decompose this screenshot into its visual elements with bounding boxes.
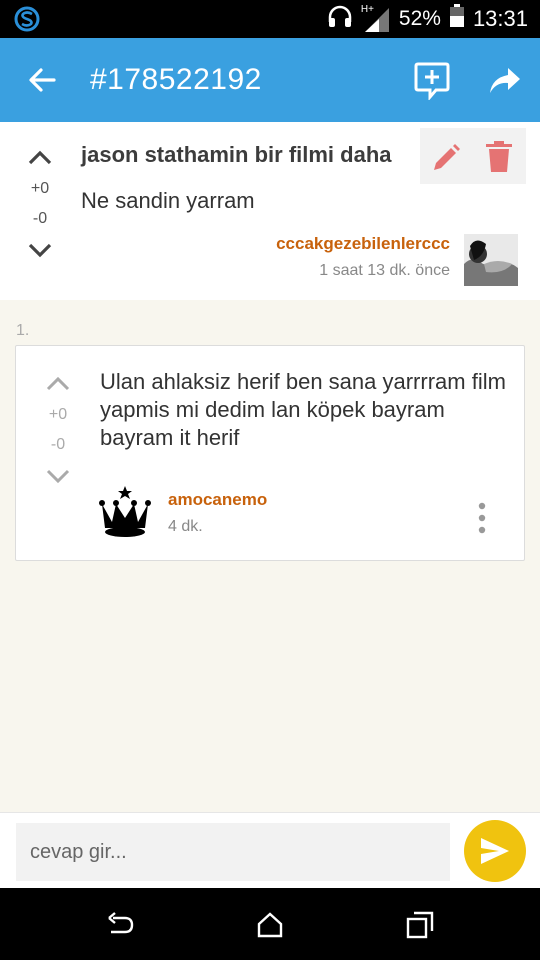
send-icon	[481, 838, 509, 864]
reply-input[interactable]	[16, 823, 450, 881]
reply-index: 1.	[16, 322, 30, 339]
crown-avatar-icon[interactable]	[98, 484, 152, 540]
more-options-icon[interactable]	[474, 502, 490, 534]
battery-icon	[449, 4, 465, 34]
app-bar: #178522192	[0, 38, 540, 122]
downvote-count: -0	[50, 436, 66, 453]
recents-icon[interactable]	[405, 910, 435, 940]
reply-vote: +0 -0	[38, 372, 78, 488]
upvote-icon[interactable]	[44, 372, 72, 394]
entry-time: 1 saat 13 dk. önce	[319, 262, 450, 279]
edit-icon[interactable]	[430, 142, 462, 174]
entry-topic[interactable]: jason stathamin bir filmi daha	[81, 142, 392, 168]
send-button[interactable]	[464, 820, 526, 882]
reply-time: 4 dk.	[168, 518, 203, 535]
entry-actions	[420, 128, 526, 184]
status-bar: H+ 52% 13:31	[0, 0, 540, 38]
entry-avatar[interactable]	[464, 234, 518, 286]
signal-icon: H+	[361, 4, 391, 34]
page-title: #178522192	[90, 63, 262, 96]
system-nav-bar	[0, 888, 540, 960]
reply-author[interactable]: amocanemo	[168, 490, 267, 510]
add-comment-icon[interactable]	[412, 60, 452, 102]
upvote-count: +0	[48, 406, 68, 423]
entry-author[interactable]: cccakgezebilenlerccc	[276, 234, 450, 254]
entry-content: Ne sandin yarram	[81, 188, 255, 213]
downvote-icon[interactable]	[44, 466, 72, 488]
downvote-icon[interactable]	[26, 240, 54, 262]
reply-input-bar	[0, 812, 540, 888]
home-icon[interactable]	[255, 910, 285, 940]
reply-card: +0 -0 Ulan ahlaksiz herif ben sana yarrr…	[15, 345, 525, 561]
entry-vote: +0 -0	[20, 146, 60, 262]
upvote-count: +0	[30, 180, 50, 197]
back-arrow-icon[interactable]	[24, 62, 60, 98]
delete-icon[interactable]	[484, 140, 514, 174]
back-icon[interactable]	[105, 910, 135, 940]
headphones-icon	[327, 4, 353, 34]
reply-text: Ulan ahlaksiz herif ben sana yarrrram fi…	[100, 369, 506, 450]
app-s-icon	[14, 6, 40, 37]
clock: 13:31	[472, 6, 528, 31]
downvote-count: -0	[32, 210, 48, 227]
share-icon[interactable]	[486, 62, 524, 100]
entry-card: +0 -0 jason stathamin bir filmi daha Ne …	[0, 122, 540, 300]
upvote-icon[interactable]	[26, 146, 54, 168]
battery-percent: 52%	[398, 7, 441, 30]
